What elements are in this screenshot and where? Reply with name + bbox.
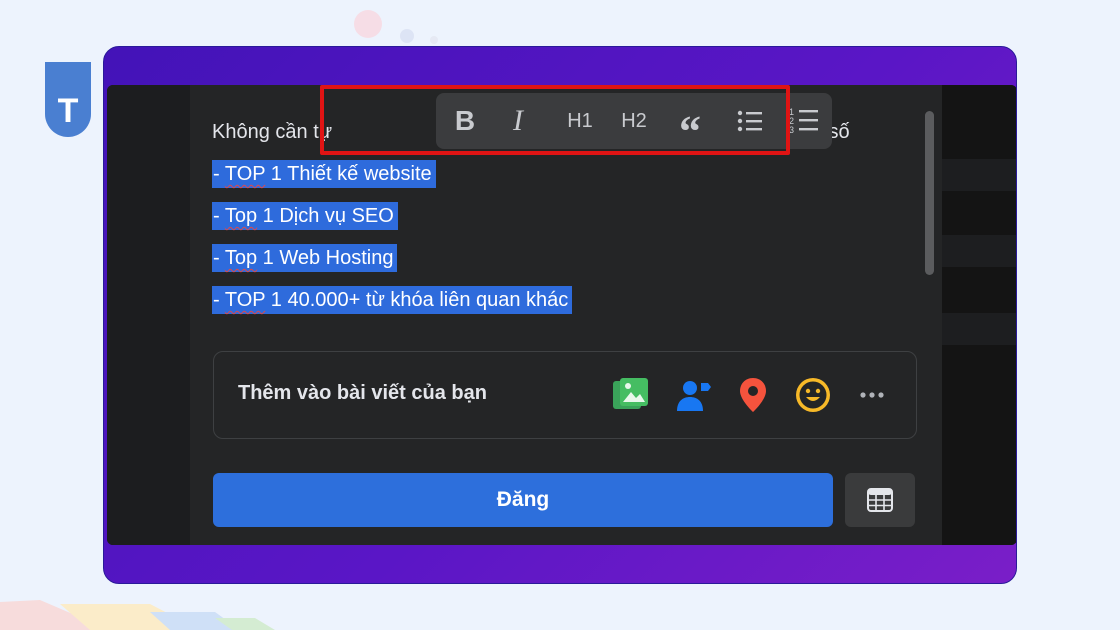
photo-icon (613, 378, 648, 409)
post-button[interactable]: Đăng (213, 473, 833, 527)
feeling-icon (796, 378, 830, 412)
editor-line-selected: - TOP 1 Thiết kế website (212, 157, 902, 199)
tag-people-icon (677, 381, 711, 411)
brand-badge: T (45, 62, 91, 137)
calendar-icon (867, 488, 893, 512)
background-left (107, 85, 190, 545)
selected-text: - TOP 1 40.000+ từ khóa liên quan khác (212, 286, 573, 314)
numbered-list-icon: 1 2 3 (789, 107, 818, 135)
selected-text: - Top 1 Web Hosting (212, 244, 398, 272)
brand-badge-letter: T (57, 92, 79, 130)
feeling-button[interactable] (794, 376, 832, 414)
decor-dot (354, 10, 382, 38)
location-button[interactable] (734, 376, 772, 414)
more-icon (860, 392, 884, 398)
decor-corner-shapes (0, 600, 275, 630)
tag-people-button[interactable] (674, 376, 712, 414)
photo-video-button[interactable] (612, 376, 650, 414)
editor-line-selected: - Top 1 Web Hosting (212, 241, 902, 283)
toolbar-highlight-annotation (320, 85, 790, 155)
more-button[interactable] (854, 376, 892, 414)
add-to-post-box: Thêm vào bài viết của bạn (213, 351, 917, 439)
add-to-post-label: Thêm vào bài viết của bạn (238, 382, 487, 404)
numbered-list-button[interactable]: 1 2 3 (786, 93, 822, 149)
editor-line-selected: - TOP 1 40.000+ từ khóa liên quan khác (212, 283, 902, 325)
editor-line-selected: - Top 1 Dịch vụ SEO (212, 199, 902, 241)
location-icon (740, 378, 766, 412)
decor-dot (400, 29, 414, 43)
schedule-button[interactable] (845, 473, 915, 527)
selected-text: - Top 1 Dịch vụ SEO (212, 202, 398, 230)
scrollbar-thumb[interactable] (925, 111, 934, 275)
decor-dot (430, 36, 438, 44)
selected-text: - TOP 1 Thiết kế website (212, 160, 436, 188)
editor-text-left: Không cần tự (212, 121, 333, 143)
background-right (942, 85, 1016, 545)
